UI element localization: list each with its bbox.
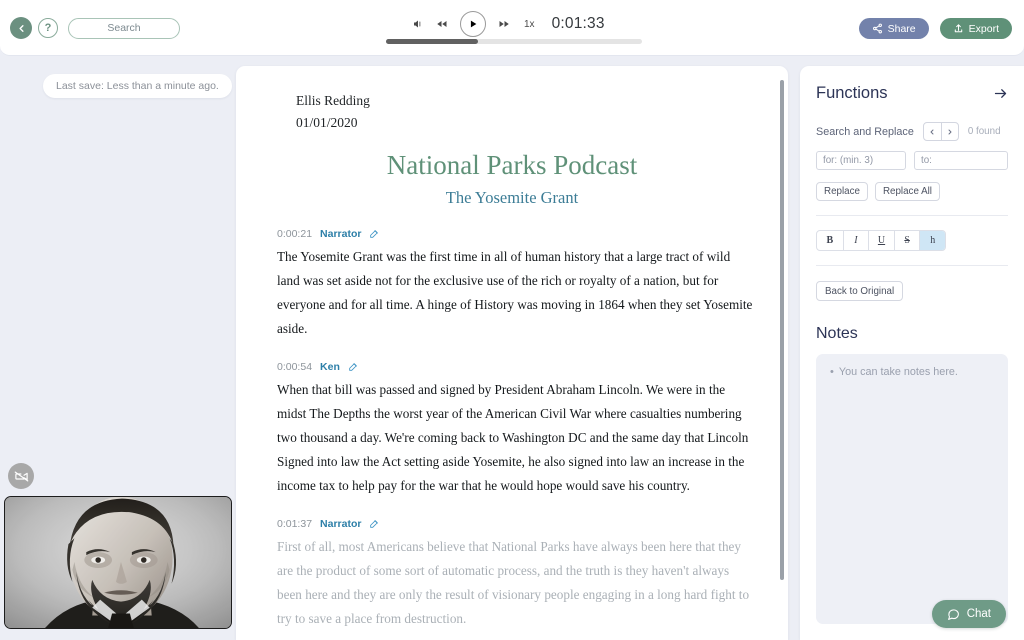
match-count: 0 found [968, 126, 1001, 137]
toolbar-right-group: Share Export [859, 18, 1012, 39]
back-to-original-button[interactable]: Back to Original [816, 281, 903, 301]
match-navigation [923, 122, 959, 141]
edit-speaker-button[interactable] [348, 362, 358, 372]
chevron-right-icon [946, 128, 954, 136]
prev-match-button[interactable] [924, 123, 941, 140]
rewind-button[interactable] [435, 18, 449, 30]
find-placeholder: for: (min. 3) [823, 155, 873, 166]
fast-forward-icon [497, 18, 511, 30]
save-status-label: Last save: Less than a minute ago. [56, 80, 219, 92]
segment-header: 0:00:21 Narrator [266, 228, 758, 240]
arrow-left-icon [16, 23, 27, 34]
panel-divider-1 [816, 215, 1008, 216]
play-button[interactable] [460, 11, 486, 37]
player-controls: 1x 0:01:33 [386, 8, 642, 40]
segment-timestamp[interactable]: 0:00:54 [277, 361, 312, 373]
notes-placeholder-row: • You can take notes here. [830, 366, 996, 378]
export-label: Export [969, 23, 999, 35]
segment-timestamp[interactable]: 0:00:21 [277, 228, 312, 240]
help-label: ? [45, 22, 52, 34]
top-toolbar: ? Search [0, 0, 1024, 56]
segment-text[interactable]: The Yosemite Grant was the first time in… [266, 245, 758, 341]
underline-button[interactable]: U [868, 231, 894, 250]
volume-icon[interactable] [412, 18, 424, 30]
edit-speaker-button[interactable] [369, 519, 379, 529]
arrow-right-icon [993, 86, 1008, 101]
search-replace-row: Search and Replace 0 found [816, 122, 1008, 141]
chevron-left-icon [928, 128, 936, 136]
bullet-icon: • [830, 367, 834, 378]
lincoln-portrait-image [5, 497, 231, 628]
segment-header: 0:01:37 Narrator [266, 518, 758, 530]
document-author: Ellis Redding [296, 90, 758, 112]
functions-panel: Functions Search and Replace 0 found [800, 66, 1024, 640]
notes-title: Notes [816, 325, 1008, 343]
functions-title: Functions [816, 84, 888, 103]
edit-icon [348, 362, 358, 372]
highlight-button[interactable]: h [919, 231, 945, 250]
document-scrollbar[interactable] [780, 80, 784, 580]
share-button[interactable]: Share [859, 18, 929, 39]
notes-textarea[interactable]: • You can take notes here. [816, 354, 1008, 624]
chat-label: Chat [967, 608, 991, 620]
share-icon [872, 23, 883, 34]
replace-input[interactable]: to: [914, 151, 1008, 170]
page-title: National Parks Podcast [266, 150, 758, 181]
segment-timestamp[interactable]: 0:01:37 [277, 518, 312, 530]
back-button[interactable] [10, 17, 32, 39]
export-icon [953, 23, 964, 34]
edit-speaker-button[interactable] [369, 229, 379, 239]
replace-button[interactable]: Replace [816, 182, 868, 201]
notes-placeholder-text: You can take notes here. [839, 366, 958, 378]
find-input[interactable]: for: (min. 3) [816, 151, 906, 170]
segment-text[interactable]: First of all, most Americans believe tha… [266, 535, 758, 631]
edit-icon [369, 519, 379, 529]
search-placeholder: Search [107, 22, 140, 34]
save-status-toast: Last save: Less than a minute ago. [43, 74, 232, 98]
toolbar-left-group: ? Search [10, 17, 180, 39]
transcript-segment: 0:01:37 Narrator First of all, most Americ… [266, 518, 758, 631]
chat-bubble-icon [947, 608, 960, 621]
search-input[interactable]: Search [68, 18, 180, 39]
transcript-document: Ellis Redding 01/01/2020 National Parks … [236, 66, 788, 640]
playback-speed[interactable]: 1x [524, 19, 535, 30]
replace-placeholder: to: [921, 155, 932, 166]
progress-bar[interactable] [386, 39, 642, 44]
export-button[interactable]: Export [940, 18, 1012, 39]
formatting-toolbar: B I U S h [816, 230, 946, 251]
segment-header: 0:00:54 Ken [266, 361, 758, 373]
segment-text[interactable]: When that bill was passed and signed by … [266, 378, 758, 498]
transcript-segment: 0:00:54 Ken When that bill was passed and … [266, 361, 758, 498]
replace-all-button[interactable]: Replace All [875, 182, 940, 201]
bold-button[interactable]: B [817, 231, 843, 250]
segment-speaker[interactable]: Narrator [320, 518, 361, 530]
video-off-icon [14, 469, 29, 484]
functions-header: Functions [816, 84, 1008, 103]
transcript-segment-list: 0:00:21 Narrator The Yosemite Grant was th… [266, 228, 758, 640]
replace-inputs: for: (min. 3) to: [816, 151, 1008, 170]
fast-forward-button[interactable] [497, 18, 511, 30]
strikethrough-button[interactable]: S [894, 231, 920, 250]
play-icon [468, 19, 478, 29]
chat-button[interactable]: Chat [932, 600, 1006, 628]
segment-speaker[interactable]: Ken [320, 361, 340, 373]
transcript-segment: 0:00:21 Narrator The Yosemite Grant was th… [266, 228, 758, 341]
progress-fill [386, 39, 478, 44]
italic-button[interactable]: I [843, 231, 869, 250]
camera-toggle-button[interactable] [8, 463, 34, 489]
help-button[interactable]: ? [38, 18, 58, 38]
collapse-panel-button[interactable] [993, 86, 1008, 101]
replace-button-row: Replace Replace All [816, 182, 1008, 201]
edit-icon [369, 229, 379, 239]
search-replace-label: Search and Replace [816, 126, 914, 138]
page-subtitle: The Yosemite Grant [266, 188, 758, 208]
share-label: Share [888, 23, 916, 35]
next-match-button[interactable] [941, 123, 958, 140]
timecode: 0:01:33 [552, 15, 605, 33]
video-thumbnail[interactable] [4, 496, 232, 629]
rewind-icon [435, 18, 449, 30]
segment-speaker[interactable]: Narrator [320, 228, 361, 240]
document-date: 01/01/2020 [296, 112, 758, 134]
panel-divider-2 [816, 265, 1008, 266]
